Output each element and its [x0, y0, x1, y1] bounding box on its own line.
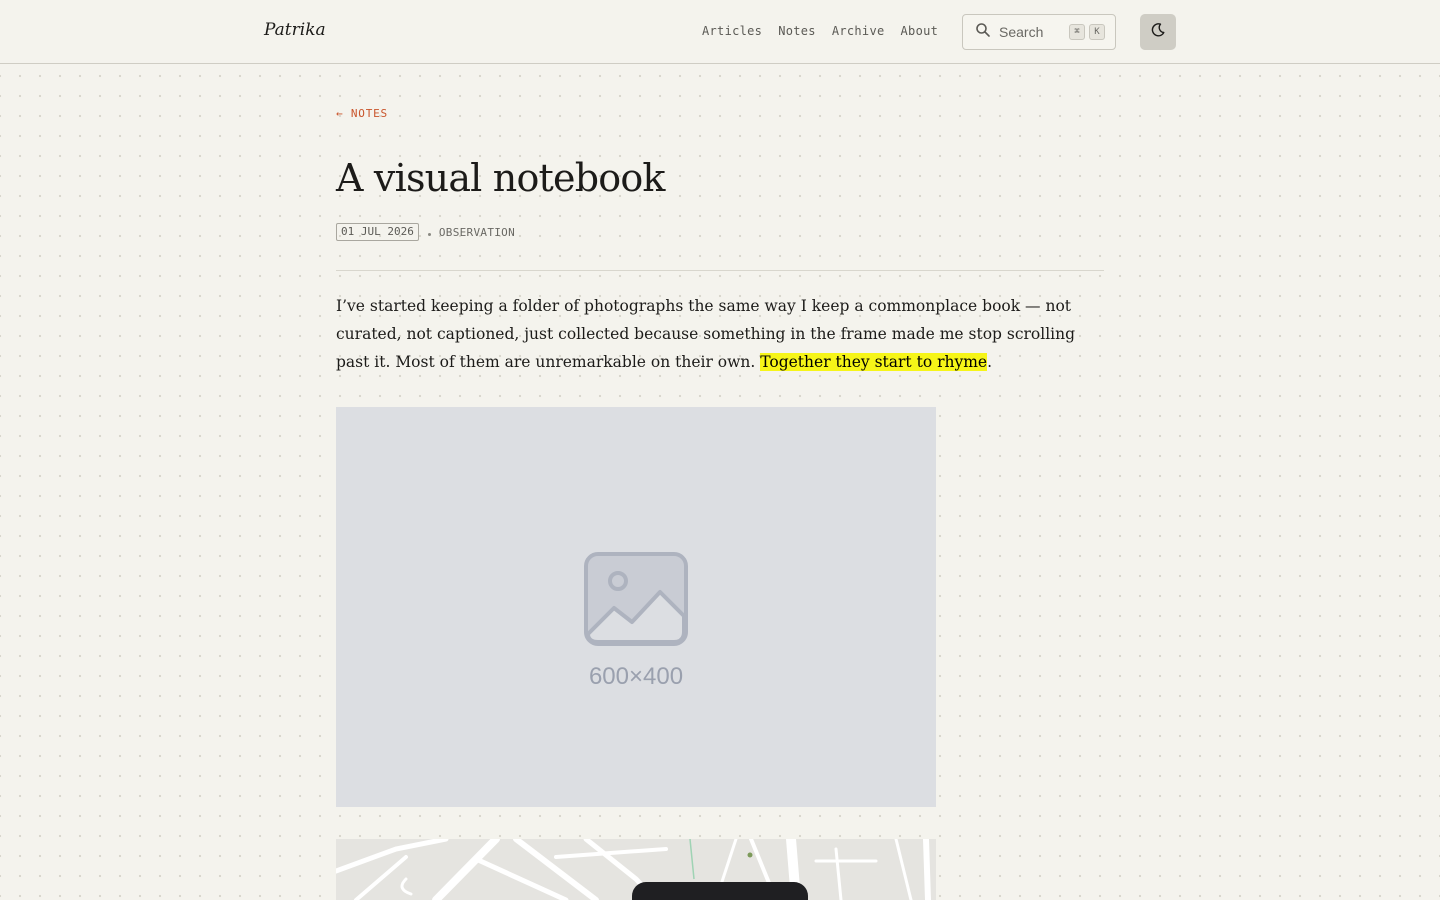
paragraph-end: .	[987, 353, 993, 371]
divider	[336, 270, 1104, 271]
map-toolbar[interactable]	[632, 882, 808, 900]
page-title: A visual notebook	[336, 156, 665, 200]
meta-separator	[427, 232, 431, 236]
nav-about[interactable]: About	[901, 24, 939, 38]
shortcut-k-key: K	[1089, 24, 1105, 40]
highlighted-text: Together they start to rhyme	[760, 353, 988, 371]
date-badge: 01 JUL 2026	[336, 223, 419, 241]
category-tag[interactable]: OBSERVATION	[439, 226, 515, 239]
nav-notes[interactable]: Notes	[778, 24, 816, 38]
back-to-notes-link[interactable]: ← NOTES	[336, 107, 388, 120]
site-header: Patrika Articles Notes Archive About Sea…	[0, 0, 1440, 64]
article-meta: 01 JUL 2026 OBSERVATION	[336, 223, 515, 241]
map-embed[interactable]	[336, 839, 936, 900]
article-paragraph: I’ve started keeping a folder of photogr…	[336, 292, 1104, 376]
theme-toggle-button[interactable]	[1140, 14, 1176, 50]
search-button[interactable]: Search ⌘ K	[962, 14, 1116, 50]
shortcut-cmd-key: ⌘	[1069, 24, 1085, 40]
image-icon	[584, 552, 688, 646]
search-placeholder: Search	[999, 24, 1044, 40]
moon-icon	[1150, 22, 1166, 42]
brand-logo[interactable]: Patrika	[264, 20, 326, 40]
nav-articles[interactable]: Articles	[702, 24, 762, 38]
nav-archive[interactable]: Archive	[832, 24, 885, 38]
main-nav: Articles Notes Archive About	[702, 24, 938, 38]
image-size-label: 600×400	[588, 663, 684, 690]
image-placeholder: 600×400	[336, 407, 936, 807]
search-icon	[975, 22, 991, 42]
